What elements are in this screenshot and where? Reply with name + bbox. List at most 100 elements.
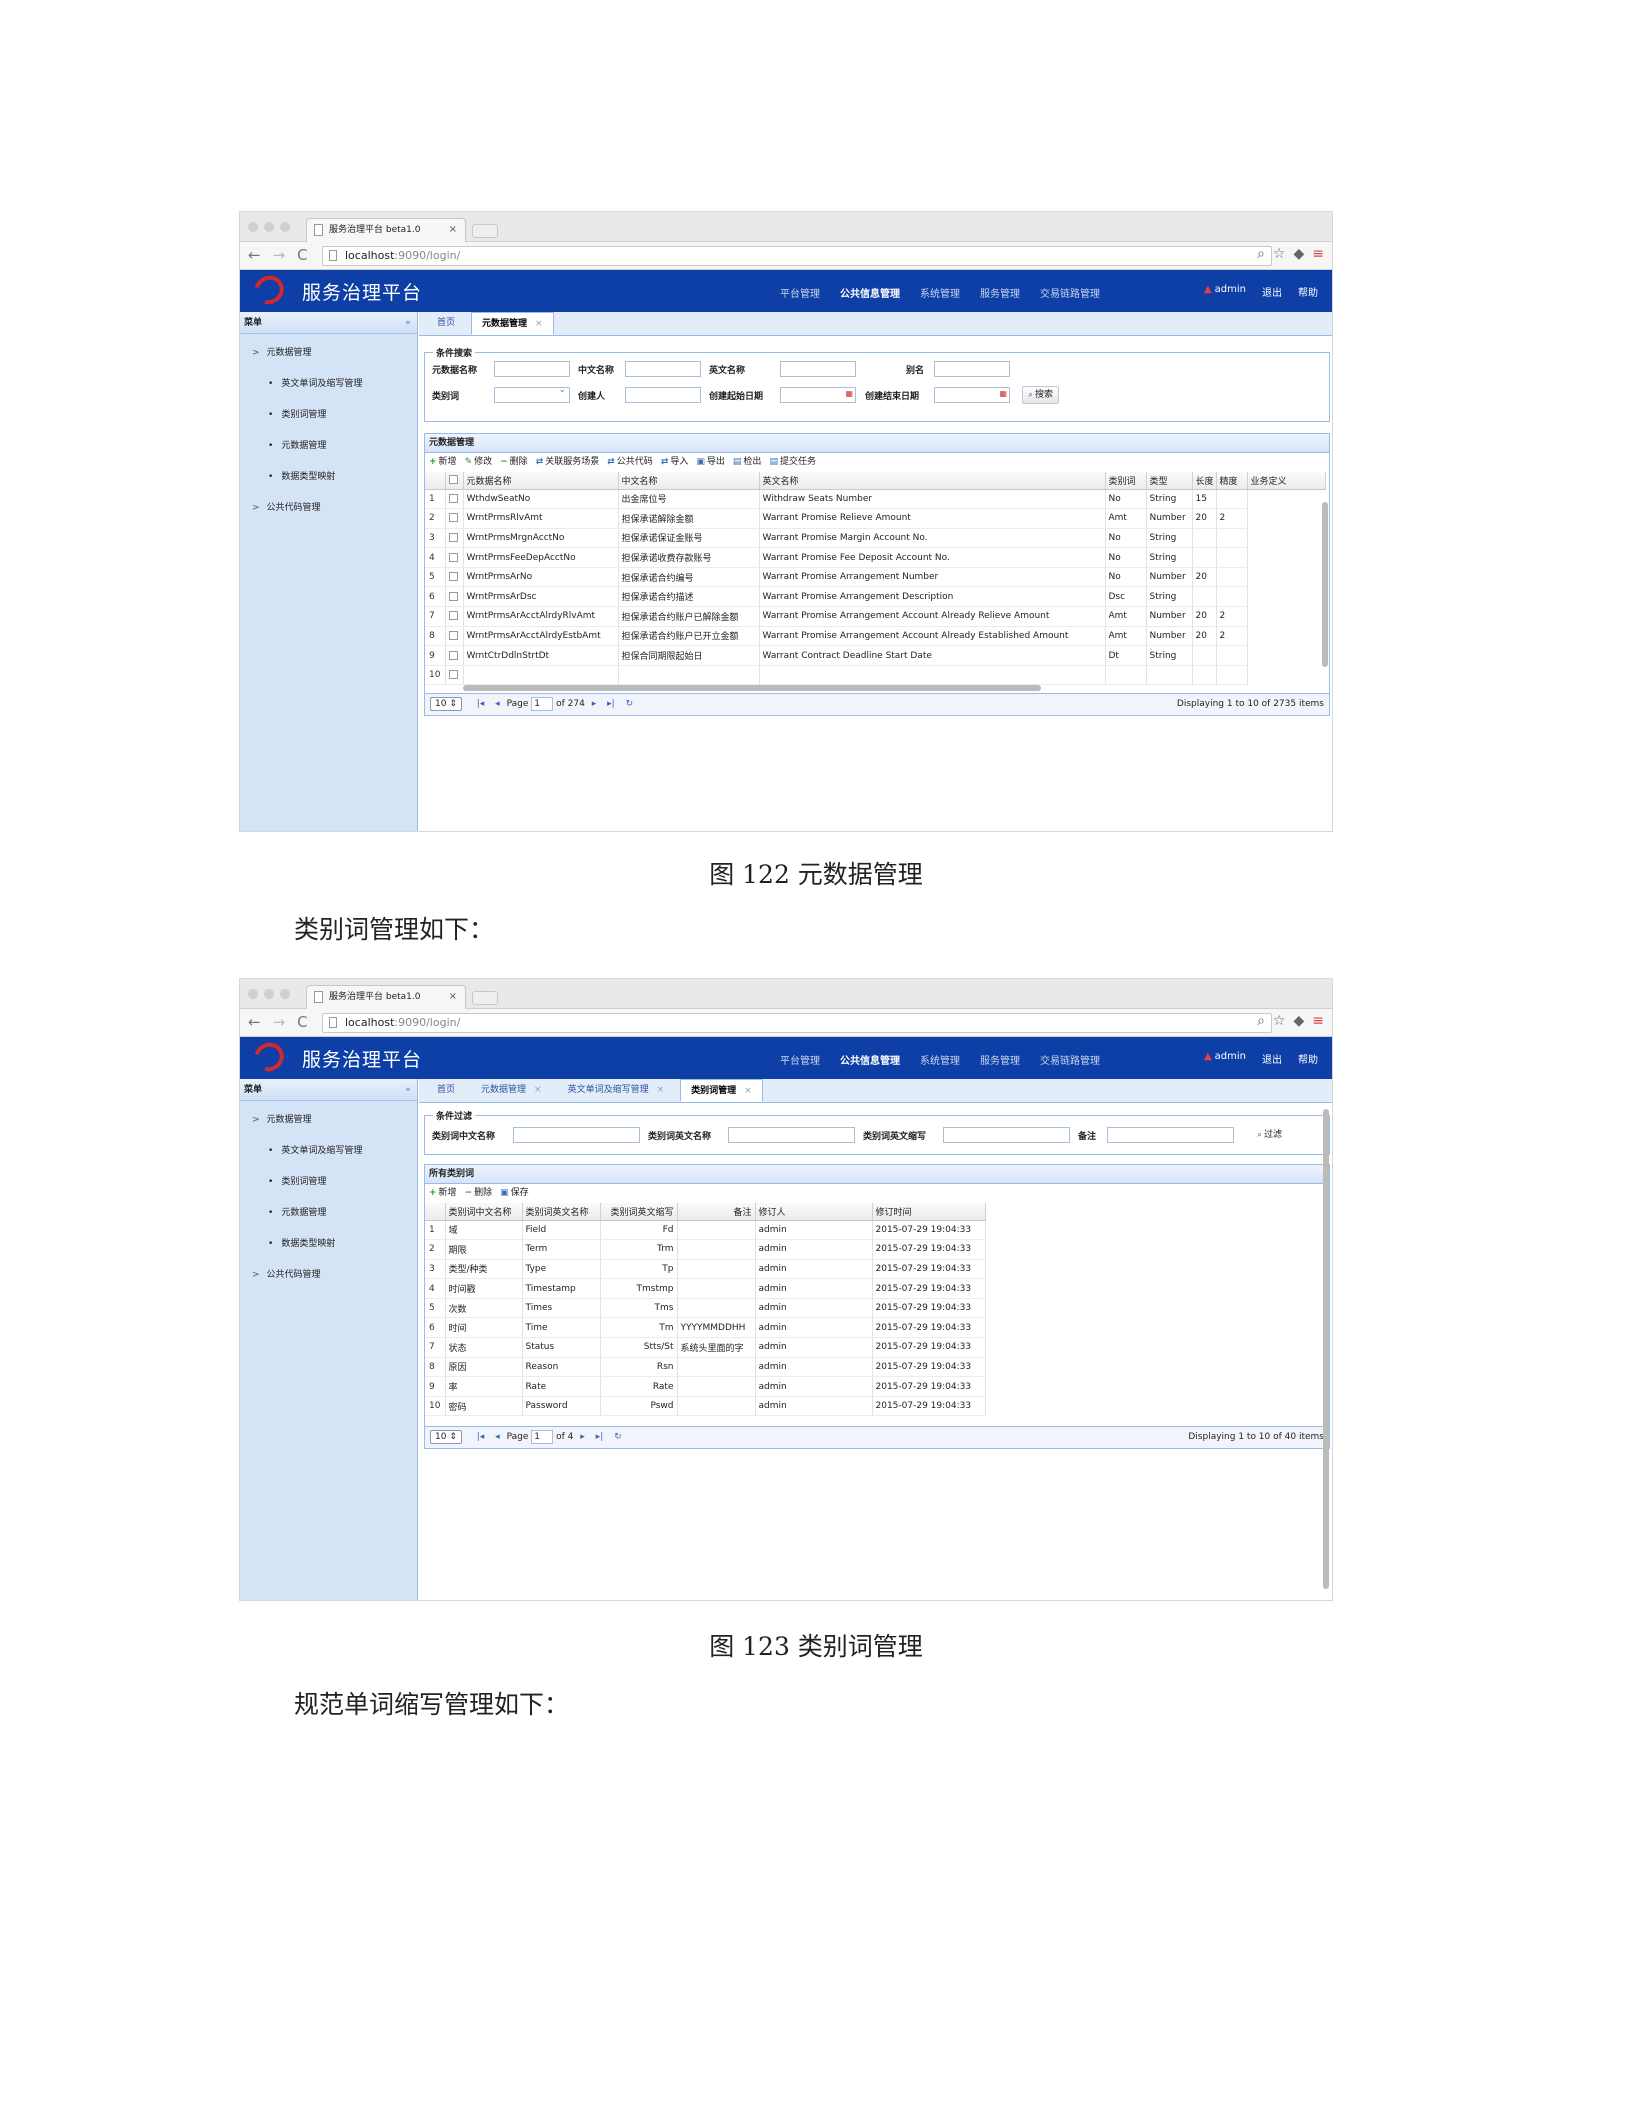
table-row[interactable]: 10	[425, 665, 1325, 686]
sidebar-item-public-codes[interactable]: > 公共代码管理	[240, 1260, 417, 1291]
class-word-abbr-input[interactable]	[943, 1127, 1070, 1143]
new-tab-button[interactable]	[472, 991, 498, 1005]
page-number-input[interactable]: 1	[531, 1429, 554, 1444]
row-checkbox[interactable]	[448, 591, 458, 601]
menu-icon[interactable]: ≡	[1312, 246, 1324, 262]
toolbar-button-2[interactable]: − 删除	[500, 453, 528, 472]
toolbar-button-7[interactable]: ▤ 检出	[733, 453, 762, 472]
nav-item[interactable]: 平台管理	[780, 285, 820, 300]
table-cell[interactable]	[677, 1239, 756, 1260]
table-cell[interactable]	[677, 1220, 756, 1241]
tab-class-words[interactable]: 类别词管理 ×	[680, 1079, 763, 1102]
help-link[interactable]: 帮助	[1298, 1051, 1318, 1066]
remark-input[interactable]	[1107, 1127, 1234, 1143]
menu-icon[interactable]: ≡	[1312, 1013, 1324, 1029]
table-cell[interactable]: 密码	[445, 1396, 523, 1417]
toolbar-button-3[interactable]: ⇄ 关联服务场景	[536, 453, 600, 472]
back-arrow-icon[interactable]: ←	[248, 246, 261, 264]
table-row[interactable]: 2 期限 Term Trm admin 2015-07-29 19:04:33	[425, 1239, 986, 1260]
vertical-scrollbar[interactable]	[1323, 1109, 1329, 1589]
table-cell[interactable]: 类型/种类	[445, 1259, 523, 1280]
close-icon[interactable]: ×	[657, 1085, 665, 1095]
page-number-input[interactable]: 1	[531, 696, 554, 711]
page-size-select[interactable]: 10 ⇕	[430, 697, 462, 711]
row-checkbox[interactable]	[448, 572, 458, 582]
toolbar-button-6[interactable]: ▣ 导出	[696, 453, 725, 472]
table-cell[interactable]: 系统头里面的字	[677, 1337, 756, 1358]
table-cell[interactable]: YYYYMMDDHH	[677, 1317, 756, 1339]
table-cell[interactable]	[677, 1259, 756, 1280]
toolbar-button-0[interactable]: + 新增	[429, 453, 457, 472]
browser-tab[interactable]: 服务治理平台 beta1.0 ×	[306, 985, 466, 1009]
toolbar-button-2[interactable]: ▣ 保存	[500, 1184, 529, 1203]
collapse-icon[interactable]: «	[405, 1079, 411, 1101]
table-row[interactable]: 7 状态 Status Stts/St 系统头里面的字 admin 2015-07-29 1…	[425, 1337, 986, 1358]
table-cell[interactable]: Field	[522, 1220, 601, 1241]
table-cell[interactable]: Fd	[600, 1220, 678, 1241]
table-row[interactable]: 8 原因 Reason Rsn admin 2015-07-29 19:04:33	[425, 1357, 986, 1378]
sidebar-item-type-mapping[interactable]: • 数据类型映射	[240, 462, 417, 493]
close-icon[interactable]: ×	[535, 319, 543, 329]
sidebar-item-metadata-sub[interactable]: • 元数据管理	[240, 1198, 417, 1229]
table-cell[interactable]: 时间戳	[445, 1278, 523, 1299]
filter-button[interactable]: ⌕ 过滤	[1251, 1126, 1288, 1144]
back-arrow-icon[interactable]: ←	[248, 1013, 261, 1031]
vertical-scrollbar[interactable]	[1322, 502, 1328, 667]
nav-item[interactable]: 系统管理	[920, 1052, 960, 1067]
sidebar-item-metadata-sub[interactable]: • 元数据管理	[240, 431, 417, 462]
row-checkbox[interactable]	[448, 611, 458, 621]
table-cell[interactable]	[677, 1376, 756, 1397]
table-row[interactable]: 4 时间戳 Timestamp Tmstmp admin 2015-07-29 19:04…	[425, 1278, 986, 1299]
metadata-name-input[interactable]	[494, 361, 570, 377]
table-cell[interactable]: Timestamp	[522, 1278, 601, 1299]
toolbar-button-5[interactable]: ⇄ 导入	[661, 453, 689, 472]
table-row[interactable]: 7 WrntPrmsArAcctAlrdyRlvAmt 担保承诺合约账户已解除金额 W…	[425, 606, 1325, 627]
tab-home[interactable]: 首页	[427, 1079, 465, 1102]
class-word-select[interactable]	[494, 385, 570, 403]
next-page-icon[interactable]: ▸	[592, 699, 597, 709]
last-page-icon[interactable]: ▸|	[596, 1432, 604, 1442]
sidebar-item-words[interactable]: • 英文单词及缩写管理	[240, 1136, 417, 1167]
window-controls[interactable]	[248, 989, 290, 999]
table-cell[interactable]	[677, 1298, 756, 1319]
table-cell[interactable]: Time	[522, 1317, 601, 1339]
refresh-icon[interactable]: ↻	[614, 1432, 622, 1442]
table-row[interactable]: 5 WrntPrmsArNo 担保承诺合约编号 Warrant Promise Arr…	[425, 567, 1325, 588]
toolbar-button-1[interactable]: ✎ 修改	[465, 453, 493, 472]
table-cell[interactable]: Tmstmp	[600, 1278, 678, 1299]
table-cell[interactable]	[677, 1396, 756, 1417]
new-tab-button[interactable]	[472, 224, 498, 238]
table-cell[interactable]: 域	[445, 1220, 523, 1241]
table-cell[interactable]	[677, 1357, 756, 1378]
user-menu[interactable]: ▲ admin	[1204, 1051, 1246, 1066]
page-size-select[interactable]: 10 ⇕	[430, 1430, 462, 1444]
table-cell[interactable]: Rate	[600, 1376, 678, 1397]
nav-item[interactable]: 平台管理	[780, 1052, 820, 1067]
nav-item-active[interactable]: 公共信息管理	[840, 1052, 900, 1067]
tab-metadata[interactable]: 元数据管理 ×	[471, 312, 554, 335]
first-page-icon[interactable]: |◂	[477, 1432, 485, 1442]
collapse-icon[interactable]: «	[405, 312, 411, 334]
close-icon[interactable]: ×	[744, 1086, 752, 1096]
logout-link[interactable]: 退出	[1262, 284, 1282, 299]
sidebar-item-public-codes[interactable]: > 公共代码管理	[240, 493, 417, 524]
help-link[interactable]: 帮助	[1298, 284, 1318, 299]
star-icon[interactable]: ☆	[1273, 1013, 1286, 1029]
table-row[interactable]: 4 WrntPrmsFeeDepAcctNo 担保承诺收费存款账号 Warrant P…	[425, 547, 1325, 568]
nav-item[interactable]: 系统管理	[920, 285, 960, 300]
refresh-icon[interactable]: ↻	[626, 699, 634, 709]
close-icon[interactable]: ×	[534, 1085, 542, 1095]
search-icon[interactable]: ⌕	[1257, 1013, 1265, 1029]
table-cell[interactable]: 时间	[445, 1317, 523, 1339]
table-cell[interactable]: Rate	[522, 1376, 601, 1397]
table-cell[interactable]: Tm	[600, 1317, 678, 1339]
toolbar-button-1[interactable]: − 删除	[465, 1184, 493, 1203]
table-cell[interactable]: Reason	[522, 1357, 601, 1378]
table-row[interactable]: 1 域 Field Fd admin 2015-07-29 19:04:33	[425, 1220, 986, 1241]
table-cell[interactable]: 期限	[445, 1239, 523, 1260]
table-cell[interactable]: Status	[522, 1337, 601, 1358]
extension-icon[interactable]: ◆	[1293, 246, 1304, 262]
tab-words[interactable]: 英文单词及缩写管理 ×	[558, 1079, 675, 1102]
table-cell[interactable]: Term	[522, 1239, 601, 1260]
sidebar-item-class-words[interactable]: • 类别词管理	[240, 400, 417, 431]
